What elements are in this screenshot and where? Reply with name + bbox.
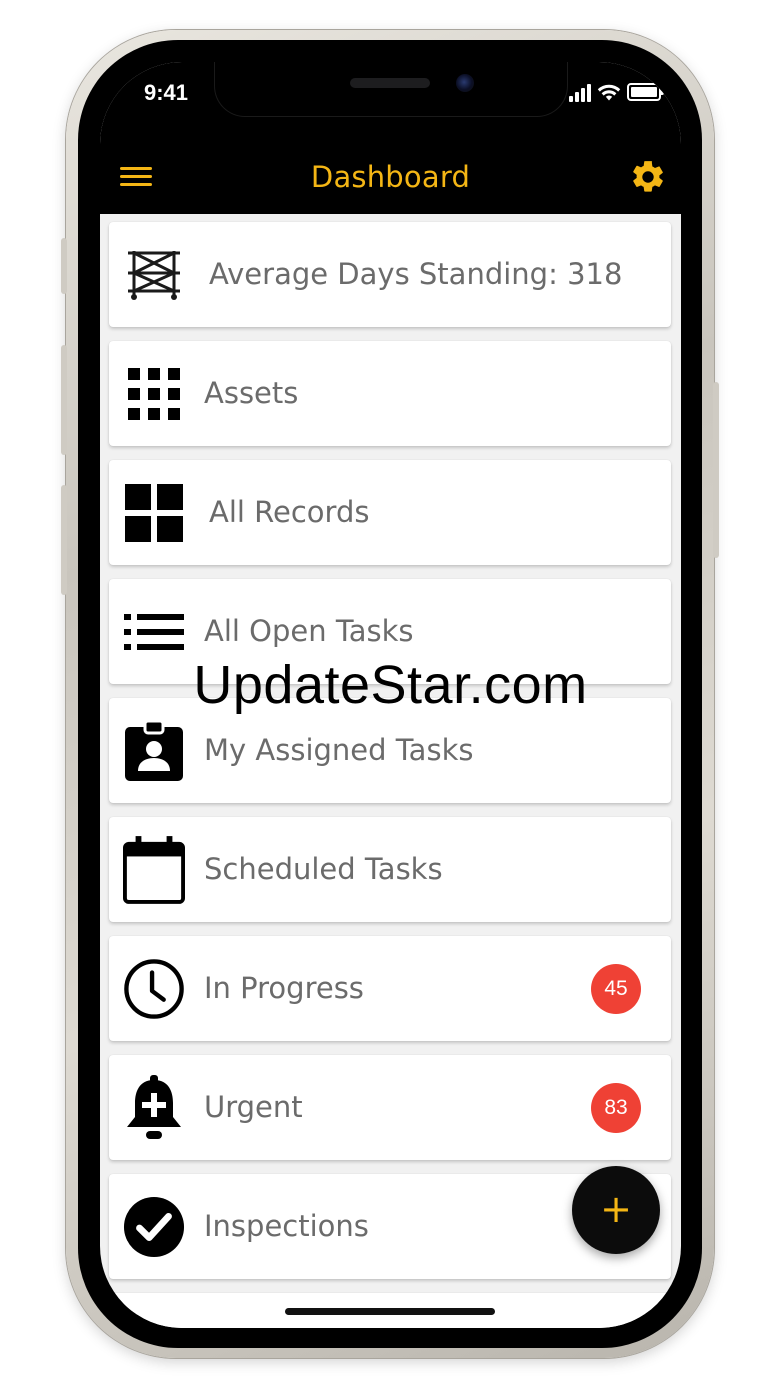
four-squares-icon — [123, 482, 185, 544]
top-bar: 9:41 Dashboard — [100, 62, 681, 214]
dashboard-item-assets[interactable]: Assets — [109, 341, 671, 446]
dashboard-item-label: All Records — [209, 495, 370, 529]
home-indicator[interactable] — [285, 1308, 495, 1315]
status-time: 9:41 — [144, 80, 189, 105]
app-header: Dashboard — [100, 140, 681, 214]
dashboard-item-in-progress[interactable]: In Progress 45 — [109, 936, 671, 1041]
clock-icon — [123, 958, 185, 1020]
dashboard-item-label: Average Days Standing: 318 — [209, 257, 623, 291]
check-circle-icon — [123, 1196, 185, 1258]
dashboard-item-label: Scheduled Tasks — [204, 852, 443, 886]
dashboard-item-label: Assets — [204, 376, 299, 410]
id-badge-icon — [123, 720, 185, 782]
add-button[interactable]: + — [572, 1166, 660, 1254]
gear-icon[interactable] — [629, 158, 667, 196]
speaker-grille — [350, 78, 430, 88]
dashboard-item-all-open-tasks[interactable]: All Open Tasks — [109, 579, 671, 684]
power-button — [713, 382, 719, 558]
list-icon — [123, 601, 185, 663]
signal-icon — [569, 84, 591, 102]
grid-dots-icon — [123, 363, 185, 425]
scaffold-icon — [123, 244, 185, 306]
hamburger-menu-icon[interactable] — [120, 162, 156, 192]
mute-switch — [61, 238, 67, 294]
front-camera — [456, 74, 474, 92]
wifi-icon — [597, 84, 621, 101]
volume-down-button — [61, 485, 67, 595]
volume-up-button — [61, 345, 67, 455]
count-badge: 83 — [591, 1083, 641, 1133]
dashboard-item-average-days-standing[interactable]: Average Days Standing: 318 — [109, 222, 671, 327]
dashboard-item-label: Inspections — [204, 1209, 369, 1243]
notch — [215, 62, 567, 116]
plus-icon: + — [600, 1187, 632, 1231]
count-badge: 45 — [591, 964, 641, 1014]
dashboard-item-scheduled-tasks[interactable]: Scheduled Tasks — [109, 817, 671, 922]
phone-screen: 9:41 Dashboard Average Days Standing: 31… — [100, 62, 681, 1328]
battery-icon — [627, 83, 664, 101]
dashboard-item-label: In Progress — [204, 971, 364, 1005]
dashboard-item-all-records[interactable]: All Records — [109, 460, 671, 565]
bell-plus-icon — [123, 1075, 185, 1139]
calendar-icon — [123, 836, 185, 904]
page-title: Dashboard — [310, 160, 471, 194]
dashboard-item-urgent[interactable]: Urgent 83 — [109, 1055, 671, 1160]
dashboard-item-my-assigned-tasks[interactable]: My Assigned Tasks — [109, 698, 671, 803]
dashboard-list: Average Days Standing: 318 Assets All Re… — [109, 222, 671, 1328]
dashboard-item-label: Urgent — [204, 1090, 303, 1124]
status-icons — [569, 82, 664, 102]
dashboard-item-label: My Assigned Tasks — [204, 733, 474, 767]
dashboard-item-label: All Open Tasks — [204, 614, 414, 648]
